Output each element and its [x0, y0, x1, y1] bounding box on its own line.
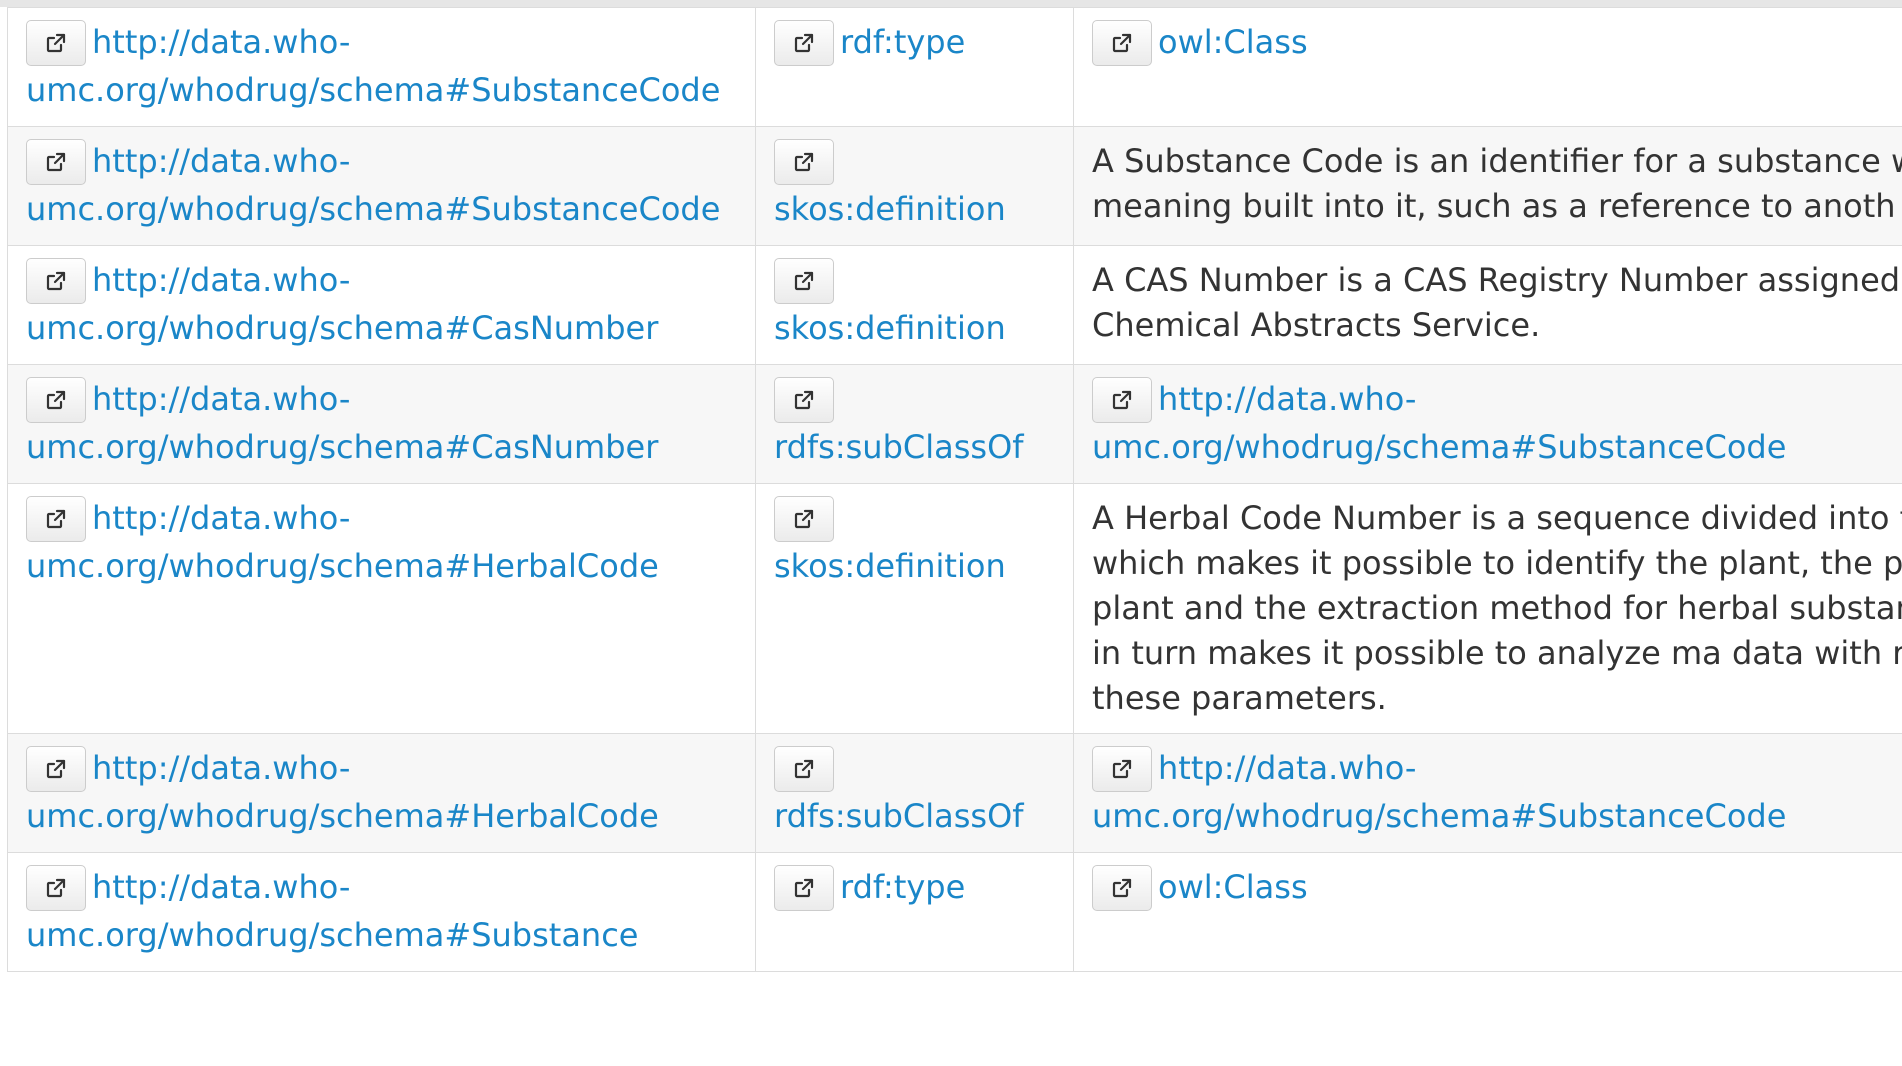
object-cell: owl:Class [1073, 7, 1902, 127]
table-row: http://data.who-umc.org/whodrug/schema#S… [7, 7, 1902, 127]
predicate-cell: rdf:type [755, 852, 1074, 972]
external-link-button[interactable] [774, 20, 834, 66]
subject-cell: http://data.who-umc.org/whodrug/schema#H… [7, 483, 756, 734]
external-link-icon [792, 269, 816, 293]
external-link-icon [792, 150, 816, 174]
object-link[interactable]: http://data.who-umc.org/whodrug/schema#S… [1092, 380, 1786, 466]
object-link[interactable]: http://data.who-umc.org/whodrug/schema#S… [1092, 749, 1786, 835]
subject-link[interactable]: http://data.who-umc.org/whodrug/schema#H… [26, 749, 659, 835]
predicate-cell: rdfs:subClassOf [755, 364, 1074, 484]
external-link-button[interactable] [26, 865, 86, 911]
subject-link[interactable]: http://data.who-umc.org/whodrug/schema#S… [26, 142, 720, 228]
external-link-button[interactable] [774, 496, 834, 542]
triples-table-body: http://data.who-umc.org/whodrug/schema#S… [7, 7, 1902, 972]
subject-cell: http://data.who-umc.org/whodrug/schema#H… [7, 733, 756, 853]
table-row: http://data.who-umc.org/whodrug/schema#H… [7, 733, 1902, 853]
external-link-icon [792, 757, 816, 781]
table-row: http://data.who-umc.org/whodrug/schema#C… [7, 364, 1902, 484]
external-link-icon [44, 388, 68, 412]
object-cell: http://data.who-umc.org/whodrug/schema#S… [1073, 364, 1902, 484]
table-row: http://data.who-umc.org/whodrug/schema#S… [7, 126, 1902, 246]
external-link-icon [44, 31, 68, 55]
external-link-button[interactable] [774, 865, 834, 911]
subject-link[interactable]: http://data.who-umc.org/whodrug/schema#S… [26, 868, 638, 954]
external-link-icon [792, 876, 816, 900]
external-link-icon [44, 757, 68, 781]
triples-viewport[interactable]: http://data.who-umc.org/whodrug/schema#S… [0, 7, 1902, 1066]
external-link-icon [44, 269, 68, 293]
external-link-icon [1110, 757, 1134, 781]
external-link-icon [1110, 31, 1134, 55]
predicate-link[interactable]: skos:definition [774, 547, 1006, 585]
external-link-button[interactable] [774, 139, 834, 185]
object-cell: A Herbal Code Number is a sequence divid… [1073, 483, 1902, 734]
subject-cell: http://data.who-umc.org/whodrug/schema#S… [7, 7, 756, 127]
object-cell: A CAS Number is a CAS Registry Number as… [1073, 245, 1902, 365]
top-border [0, 0, 1902, 7]
external-link-icon [792, 507, 816, 531]
predicate-link[interactable]: skos:definition [774, 190, 1006, 228]
object-literal: A Substance Code is an identifier for a … [1092, 142, 1902, 225]
external-link-icon [1110, 388, 1134, 412]
predicate-link[interactable]: rdf:type [840, 23, 965, 61]
external-link-icon [1110, 876, 1134, 900]
external-link-button[interactable] [774, 258, 834, 304]
object-link[interactable]: owl:Class [1158, 868, 1308, 906]
predicate-link[interactable]: rdf:type [840, 868, 965, 906]
table-row: http://data.who-umc.org/whodrug/schema#C… [7, 245, 1902, 365]
subject-cell: http://data.who-umc.org/whodrug/schema#S… [7, 126, 756, 246]
external-link-icon [44, 150, 68, 174]
subject-cell: http://data.who-umc.org/whodrug/schema#S… [7, 852, 756, 972]
subject-link[interactable]: http://data.who-umc.org/whodrug/schema#S… [26, 23, 720, 109]
external-link-button[interactable] [26, 258, 86, 304]
predicate-link[interactable]: rdfs:subClassOf [774, 797, 1024, 835]
subject-cell: http://data.who-umc.org/whodrug/schema#C… [7, 364, 756, 484]
external-link-button[interactable] [26, 746, 86, 792]
subject-cell: http://data.who-umc.org/whodrug/schema#C… [7, 245, 756, 365]
external-link-button[interactable] [774, 377, 834, 423]
object-cell: owl:Class [1073, 852, 1902, 972]
predicate-link[interactable]: skos:definition [774, 309, 1006, 347]
object-literal: A CAS Number is a CAS Registry Number as… [1092, 261, 1902, 344]
external-link-icon [44, 507, 68, 531]
table-row: http://data.who-umc.org/whodrug/schema#H… [7, 483, 1902, 734]
object-literal: A Herbal Code Number is a sequence divid… [1092, 499, 1902, 717]
object-link[interactable]: owl:Class [1158, 23, 1308, 61]
external-link-icon [792, 31, 816, 55]
predicate-cell: rdf:type [755, 7, 1074, 127]
external-link-button[interactable] [1092, 20, 1152, 66]
object-cell: A Substance Code is an identifier for a … [1073, 126, 1902, 246]
external-link-button[interactable] [26, 377, 86, 423]
subject-link[interactable]: http://data.who-umc.org/whodrug/schema#C… [26, 261, 658, 347]
subject-link[interactable]: http://data.who-umc.org/whodrug/schema#C… [26, 380, 658, 466]
external-link-button[interactable] [1092, 377, 1152, 423]
external-link-icon [44, 876, 68, 900]
predicate-link[interactable]: rdfs:subClassOf [774, 428, 1024, 466]
external-link-button[interactable] [26, 139, 86, 185]
predicate-cell: skos:definition [755, 483, 1074, 734]
external-link-button[interactable] [1092, 746, 1152, 792]
subject-link[interactable]: http://data.who-umc.org/whodrug/schema#H… [26, 499, 659, 585]
external-link-icon [792, 388, 816, 412]
predicate-cell: skos:definition [755, 245, 1074, 365]
table-row: http://data.who-umc.org/whodrug/schema#S… [7, 852, 1902, 972]
external-link-button[interactable] [774, 746, 834, 792]
predicate-cell: skos:definition [755, 126, 1074, 246]
object-cell: http://data.who-umc.org/whodrug/schema#S… [1073, 733, 1902, 853]
external-link-button[interactable] [1092, 865, 1152, 911]
external-link-button[interactable] [26, 496, 86, 542]
triples-table: http://data.who-umc.org/whodrug/schema#S… [7, 7, 1902, 972]
predicate-cell: rdfs:subClassOf [755, 733, 1074, 853]
external-link-button[interactable] [26, 20, 86, 66]
